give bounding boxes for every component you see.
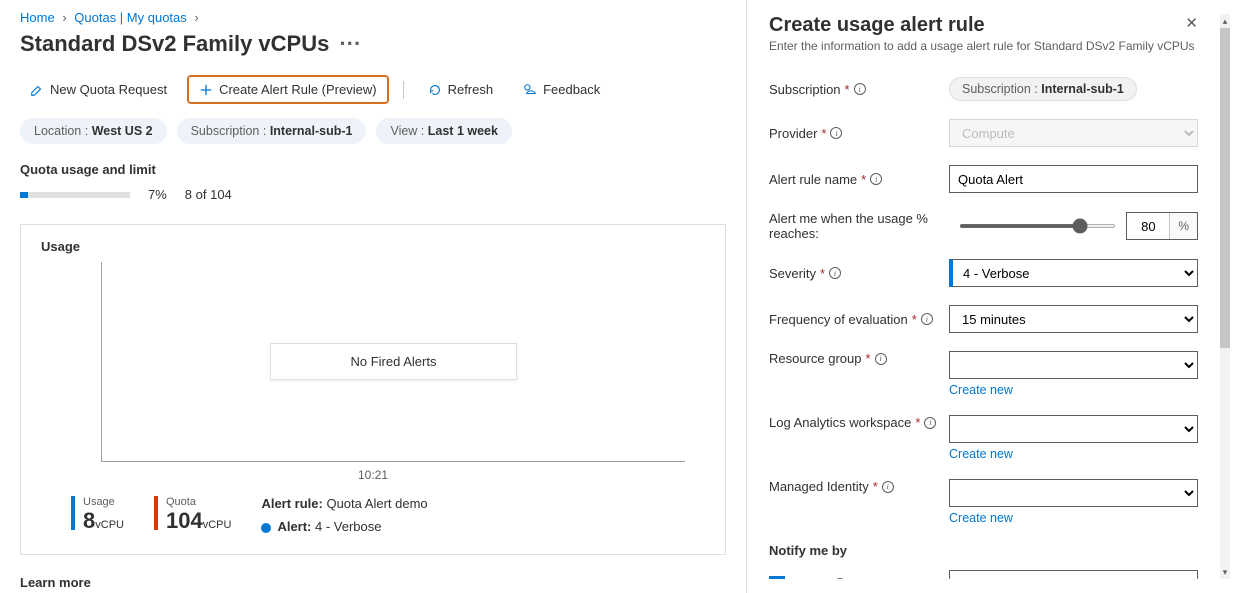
chevron-right-icon: › bbox=[194, 10, 198, 25]
subscription-label: Subscription bbox=[769, 82, 841, 97]
log-analytics-label: Log Analytics workspace bbox=[769, 415, 911, 430]
feedback-icon bbox=[523, 83, 537, 97]
chart-x-tick: 10:21 bbox=[41, 468, 705, 482]
severity-select[interactable]: 4 - Verbose bbox=[949, 259, 1198, 287]
create-alert-rule-button[interactable]: Create Alert Rule (Preview) bbox=[187, 75, 389, 104]
info-icon[interactable]: i bbox=[834, 578, 846, 579]
quota-metric: Quota 104vCPU bbox=[154, 496, 231, 534]
alert-percent-input[interactable] bbox=[1127, 213, 1169, 239]
info-icon[interactable]: i bbox=[924, 417, 936, 429]
plus-icon bbox=[199, 83, 213, 97]
filter-view[interactable]: View : Last 1 week bbox=[376, 118, 511, 144]
edit-icon bbox=[30, 83, 44, 97]
quota-usage-heading: Quota usage and limit bbox=[20, 162, 726, 177]
alert-percent-label: Alert me when the usage % reaches: bbox=[769, 211, 959, 241]
frequency-select[interactable]: 15 minutes bbox=[949, 305, 1198, 333]
info-icon[interactable]: i bbox=[854, 83, 866, 95]
feedback-button[interactable]: Feedback bbox=[513, 77, 610, 102]
info-icon[interactable]: i bbox=[829, 267, 841, 279]
create-alert-label: Create Alert Rule (Preview) bbox=[219, 82, 377, 97]
info-icon[interactable]: i bbox=[870, 173, 882, 185]
provider-select: Compute bbox=[949, 119, 1198, 147]
alert-percent-slider[interactable] bbox=[959, 224, 1116, 228]
info-icon[interactable]: i bbox=[830, 127, 842, 139]
quota-progress-bar bbox=[20, 192, 130, 198]
refresh-button[interactable]: Refresh bbox=[418, 77, 504, 102]
panel-scrollbar[interactable]: ▴ ▾ bbox=[1220, 14, 1230, 579]
divider bbox=[403, 81, 404, 99]
managed-identity-label: Managed Identity bbox=[769, 479, 869, 494]
info-icon[interactable]: i bbox=[882, 481, 894, 493]
new-quota-label: New Quota Request bbox=[50, 82, 167, 97]
filter-subscription[interactable]: Subscription : Internal-sub-1 bbox=[177, 118, 367, 144]
notify-heading: Notify me by bbox=[769, 543, 1198, 558]
panel-subtitle: Enter the information to add a usage ale… bbox=[769, 39, 1198, 53]
create-new-mi-link[interactable]: Create new bbox=[949, 511, 1013, 525]
page-title: Standard DSv2 Family vCPUs bbox=[20, 31, 329, 57]
breadcrumb-home[interactable]: Home bbox=[20, 10, 55, 25]
scroll-down-icon[interactable]: ▾ bbox=[1223, 567, 1228, 577]
scrollbar-thumb[interactable] bbox=[1220, 28, 1230, 348]
refresh-icon bbox=[428, 83, 442, 97]
status-dot-icon bbox=[261, 523, 271, 533]
usage-chart: No Fired Alerts bbox=[101, 262, 685, 462]
rule-name-label: Alert rule name bbox=[769, 172, 857, 187]
percent-suffix: % bbox=[1169, 213, 1197, 239]
close-button[interactable]: ✕ bbox=[1185, 14, 1198, 32]
subscription-value-pill: Subscription : Internal-sub-1 bbox=[949, 77, 1137, 101]
new-quota-request-button[interactable]: New Quota Request bbox=[20, 77, 177, 102]
create-new-law-link[interactable]: Create new bbox=[949, 447, 1013, 461]
severity-label: Severity bbox=[769, 266, 816, 281]
resource-group-label: Resource group bbox=[769, 351, 862, 366]
quota-ratio: 8 of 104 bbox=[185, 187, 232, 202]
usage-card-title: Usage bbox=[41, 239, 705, 254]
scroll-up-icon[interactable]: ▴ bbox=[1223, 16, 1228, 26]
usage-metric: Usage 8vCPU bbox=[71, 496, 124, 534]
no-fired-alerts: No Fired Alerts bbox=[270, 343, 518, 380]
rule-name-input[interactable] bbox=[949, 165, 1198, 193]
provider-label: Provider bbox=[769, 126, 817, 141]
learn-more-heading: Learn more bbox=[20, 575, 726, 590]
log-analytics-select[interactable] bbox=[949, 415, 1198, 443]
more-actions-button[interactable]: ··· bbox=[339, 31, 361, 57]
info-icon[interactable]: i bbox=[875, 353, 887, 365]
create-new-rg-link[interactable]: Create new bbox=[949, 383, 1013, 397]
frequency-label: Frequency of evaluation bbox=[769, 312, 908, 327]
breadcrumb: Home › Quotas | My quotas › bbox=[20, 10, 726, 25]
filter-location[interactable]: Location : West US 2 bbox=[20, 118, 167, 144]
feedback-label: Feedback bbox=[543, 82, 600, 97]
refresh-label: Refresh bbox=[448, 82, 494, 97]
email-input[interactable] bbox=[949, 570, 1198, 579]
chevron-right-icon: › bbox=[62, 10, 66, 25]
quota-percent: 7% bbox=[148, 187, 167, 202]
email-checkbox[interactable]: ✓ bbox=[769, 576, 785, 579]
managed-identity-select[interactable] bbox=[949, 479, 1198, 507]
breadcrumb-quotas[interactable]: Quotas | My quotas bbox=[74, 10, 187, 25]
email-label: Email bbox=[793, 577, 826, 580]
info-icon[interactable]: i bbox=[921, 313, 933, 325]
panel-title: Create usage alert rule bbox=[769, 14, 985, 37]
resource-group-select[interactable] bbox=[949, 351, 1198, 379]
